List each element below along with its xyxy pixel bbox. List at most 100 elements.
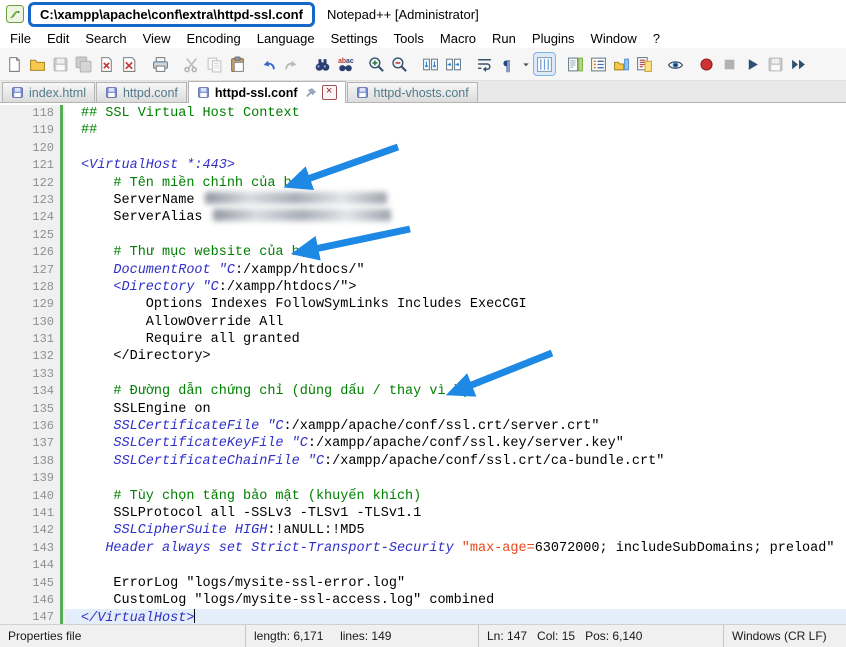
code-line-125[interactable]: 125 [0, 227, 846, 244]
code-text[interactable]: AllowOverride All [65, 314, 846, 331]
menu-item-language[interactable]: Language [249, 29, 323, 48]
code-text[interactable]: SSLCertificateFile "C:/xampp/apache/conf… [65, 418, 846, 435]
word-wrap-icon[interactable] [474, 53, 495, 75]
bookmark-margin[interactable] [0, 175, 12, 192]
bookmark-margin[interactable] [0, 244, 12, 261]
line-number[interactable]: 119 [12, 122, 59, 139]
line-number[interactable]: 142 [12, 522, 59, 539]
code-text[interactable]: # Tùy chọn tăng bảo mật (khuyến khích) [65, 488, 846, 505]
code-text[interactable] [65, 366, 846, 383]
bookmark-margin[interactable] [0, 209, 12, 226]
bookmark-margin[interactable] [0, 314, 12, 331]
code-line-123[interactable]: 123 ServerName [0, 192, 846, 209]
bookmark-margin[interactable] [0, 348, 12, 365]
line-number[interactable]: 126 [12, 244, 59, 261]
code-line-140[interactable]: 140 # Tùy chọn tăng bảo mật (khuyến khíc… [0, 488, 846, 505]
line-number[interactable]: 147 [12, 609, 59, 624]
code-line-143[interactable]: 143 Header always set Strict-Transport-S… [0, 540, 846, 557]
bookmark-margin[interactable] [0, 122, 12, 139]
code-line-136[interactable]: 136 SSLCertificateFile "C:/xampp/apache/… [0, 418, 846, 435]
bookmark-margin[interactable] [0, 592, 12, 609]
bookmark-margin[interactable] [0, 453, 12, 470]
bookmark-margin[interactable] [0, 331, 12, 348]
code-line-124[interactable]: 124 ServerAlias [0, 209, 846, 226]
code-text[interactable]: <Directory "C:/xampp/htdocs/"> [65, 279, 846, 296]
bookmark-margin[interactable] [0, 192, 12, 209]
paste-icon[interactable] [227, 53, 248, 75]
line-number[interactable]: 130 [12, 314, 59, 331]
line-number[interactable]: 145 [12, 575, 59, 592]
line-number[interactable]: 118 [12, 105, 59, 122]
bookmark-margin[interactable] [0, 401, 12, 418]
bookmark-margin[interactable] [0, 383, 12, 400]
cut-icon[interactable] [181, 53, 202, 75]
bookmark-margin[interactable] [0, 575, 12, 592]
code-text[interactable] [65, 557, 846, 574]
line-number[interactable]: 134 [12, 383, 59, 400]
undo-icon[interactable] [258, 53, 279, 75]
macro-stop-icon[interactable] [719, 53, 740, 75]
code-line-138[interactable]: 138 SSLCertificateChainFile "C:/xampp/ap… [0, 453, 846, 470]
line-number[interactable]: 137 [12, 435, 59, 452]
code-text[interactable]: ## [65, 122, 846, 139]
menu-item-macro[interactable]: Macro [432, 29, 484, 48]
bookmark-margin[interactable] [0, 557, 12, 574]
code-line-145[interactable]: 145 ErrorLog "logs/mysite-ssl-error.log" [0, 575, 846, 592]
line-number[interactable]: 144 [12, 557, 59, 574]
close-all-icon[interactable] [119, 53, 140, 75]
code-text[interactable]: # Tên miền chính của bạn [65, 175, 846, 192]
open-file-icon[interactable] [27, 53, 48, 75]
code-text[interactable]: SSLProtocol all -SSLv3 -TLSv1 -TLSv1.1 [65, 505, 846, 522]
bookmark-margin[interactable] [0, 227, 12, 244]
bookmark-margin[interactable] [0, 366, 12, 383]
code-line-126[interactable]: 126 # Thư mục website của bạn [0, 244, 846, 261]
function-list-icon[interactable] [588, 53, 609, 75]
sync-horizontal-scroll-icon[interactable] [443, 53, 464, 75]
code-line-139[interactable]: 139 [0, 470, 846, 487]
indent-guide-icon[interactable] [534, 53, 555, 75]
show-all-characters-icon[interactable]: ¶ [497, 53, 518, 75]
menu-item-window[interactable]: Window [583, 29, 645, 48]
folder-as-workspace-icon[interactable] [611, 53, 632, 75]
line-number[interactable]: 120 [12, 140, 59, 157]
line-number[interactable]: 132 [12, 348, 59, 365]
code-line-132[interactable]: 132 </Directory> [0, 348, 846, 365]
code-text[interactable]: ServerAlias [65, 209, 846, 226]
code-line-130[interactable]: 130 AllowOverride All [0, 314, 846, 331]
code-line-146[interactable]: 146 CustomLog "logs/mysite-ssl-access.lo… [0, 592, 846, 609]
bookmark-margin[interactable] [0, 262, 12, 279]
code-line-120[interactable]: 120 [0, 140, 846, 157]
status-eol-format[interactable]: Windows (CR LF) [723, 625, 846, 647]
code-line-118[interactable]: 118## SSL Virtual Host Context [0, 105, 846, 122]
code-text[interactable]: SSLCipherSuite HIGH:!aNULL:!MD5 [65, 522, 846, 539]
new-file-icon[interactable] [4, 53, 25, 75]
code-line-134[interactable]: 134 # Đường dẫn chứng chỉ (dùng dấu / th… [0, 383, 846, 400]
file-monitoring-icon[interactable] [665, 53, 686, 75]
code-text[interactable]: ServerName [65, 192, 846, 209]
bookmark-margin[interactable] [0, 140, 12, 157]
code-line-141[interactable]: 141 SSLProtocol all -SSLv3 -TLSv1 -TLSv1… [0, 505, 846, 522]
code-text[interactable]: CustomLog "logs/mysite-ssl-access.log" c… [65, 592, 846, 609]
menu-item-file[interactable]: File [2, 29, 39, 48]
menu-item-plugins[interactable]: Plugins [524, 29, 583, 48]
menu-item-view[interactable]: View [135, 29, 179, 48]
bookmark-margin[interactable] [0, 157, 12, 174]
code-line-128[interactable]: 128 <Directory "C:/xampp/htdocs/"> [0, 279, 846, 296]
code-line-121[interactable]: 121<VirtualHost *:443> [0, 157, 846, 174]
save-all-icon[interactable] [73, 53, 94, 75]
code-line-119[interactable]: 119 ## [0, 122, 846, 139]
line-number[interactable]: 121 [12, 157, 59, 174]
line-number[interactable]: 131 [12, 331, 59, 348]
code-line-129[interactable]: 129 Options Indexes FollowSymLinks Inclu… [0, 296, 846, 313]
code-line-147[interactable]: 147</VirtualHost> [0, 609, 846, 624]
find-icon[interactable] [312, 53, 333, 75]
macro-save-icon[interactable] [765, 53, 786, 75]
bookmark-margin[interactable] [0, 505, 12, 522]
code-line-131[interactable]: 131 Require all granted [0, 331, 846, 348]
bookmark-margin[interactable] [0, 470, 12, 487]
document-map-icon[interactable] [565, 53, 586, 75]
code-text[interactable]: </Directory> [65, 348, 846, 365]
code-text[interactable]: # Thư mục website của bạn [65, 244, 846, 261]
line-number[interactable]: 140 [12, 488, 59, 505]
code-editor[interactable]: 118## SSL Virtual Host Context119##12012… [0, 103, 846, 624]
